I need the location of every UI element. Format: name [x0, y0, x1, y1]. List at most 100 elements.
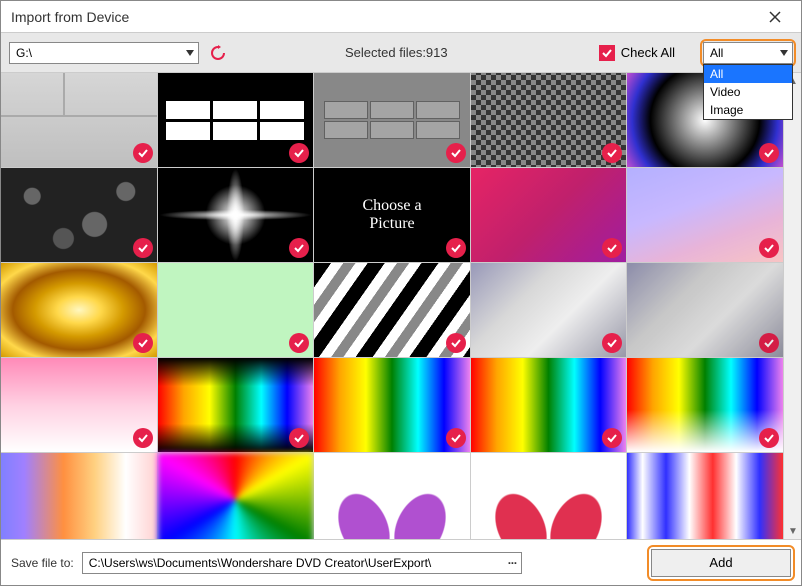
checkmark-icon [764, 338, 774, 348]
checkmark-icon [764, 148, 774, 158]
vertical-scrollbar[interactable]: ▲ ▼ [783, 73, 801, 539]
filter-dropdown-menu: All Video Image [703, 64, 793, 120]
selected-badge [602, 428, 622, 448]
selected-badge [289, 333, 309, 353]
drive-value: G:\ [16, 46, 32, 60]
selected-badge [446, 428, 466, 448]
thumbnail-item[interactable] [1, 263, 157, 357]
chevron-down-icon [780, 50, 788, 56]
choose-picture-text: Choose a Picture [362, 197, 421, 232]
thumbnail-item[interactable] [158, 453, 314, 539]
refresh-icon [210, 45, 226, 61]
scroll-down-button[interactable]: ▼ [784, 523, 801, 539]
check-all-label: Check All [621, 45, 675, 60]
selected-badge [446, 143, 466, 163]
thumbnail-item[interactable] [627, 263, 783, 357]
checkmark-icon [451, 338, 461, 348]
checkmark-icon [138, 148, 148, 158]
filter-value: All [710, 46, 723, 60]
add-button[interactable]: Add [651, 549, 791, 577]
selected-badge [602, 143, 622, 163]
selected-badge [133, 238, 153, 258]
filter-option-video[interactable]: Video [704, 83, 792, 101]
selected-badge [133, 333, 153, 353]
footer: Save file to: C:\Users\ws\Documents\Wond… [1, 539, 801, 585]
refresh-button[interactable] [207, 42, 229, 64]
thumbnail-item[interactable] [1, 73, 157, 167]
save-to-label: Save file to: [11, 556, 74, 570]
thumbnail-item[interactable] [158, 358, 314, 452]
thumbnail-item[interactable] [314, 263, 470, 357]
filter-option-image[interactable]: Image [704, 101, 792, 119]
checkmark-icon [138, 433, 148, 443]
thumbnail-item[interactable] [471, 358, 627, 452]
selected-badge [289, 428, 309, 448]
selected-badge [133, 428, 153, 448]
close-button[interactable] [759, 1, 791, 33]
checkmark-icon [451, 433, 461, 443]
checkmark-icon [451, 243, 461, 253]
add-button-wrap: Add [651, 549, 791, 577]
selected-badge [289, 143, 309, 163]
selected-badge [133, 143, 153, 163]
import-dialog: Import from Device G:\ Selected files:91… [0, 0, 802, 586]
checkmark-icon [607, 243, 617, 253]
toolbar: G:\ Selected files:913 Check All All All… [1, 33, 801, 73]
thumbnail-area: Choose a Picture ▲ ▼ [1, 73, 801, 539]
thumbnail-item[interactable] [471, 263, 627, 357]
thumbnail-item[interactable] [471, 73, 627, 167]
check-all-checkbox [599, 45, 615, 61]
filter-wrap: All All Video Image [703, 42, 793, 64]
thumbnail-item[interactable] [314, 358, 470, 452]
thumbnail-item[interactable] [314, 453, 470, 539]
thumbnail-grid: Choose a Picture [1, 73, 783, 539]
checkmark-icon [764, 243, 774, 253]
selected-badge [446, 333, 466, 353]
selected-badge [602, 333, 622, 353]
checkmark-icon [138, 338, 148, 348]
selected-badge [602, 238, 622, 258]
checkmark-icon [607, 148, 617, 158]
selected-badge [759, 238, 779, 258]
selected-badge [759, 333, 779, 353]
save-path-input[interactable]: C:\Users\ws\Documents\Wondershare DVD Cr… [82, 552, 522, 574]
filter-dropdown[interactable]: All [703, 42, 793, 64]
browse-button[interactable]: ··· [508, 556, 517, 570]
checkmark-icon [607, 338, 617, 348]
thumbnail-item[interactable] [314, 73, 470, 167]
thumbnail-item[interactable] [1, 453, 157, 539]
thumbnail-item[interactable] [471, 168, 627, 262]
checkmark-icon [138, 243, 148, 253]
selected-badge [759, 143, 779, 163]
thumbnail-item[interactable] [471, 453, 627, 539]
filter-option-all[interactable]: All [704, 65, 792, 83]
check-all-toggle[interactable]: Check All [599, 45, 675, 61]
thumbnail-item[interactable] [158, 263, 314, 357]
thumbnail-item[interactable] [627, 358, 783, 452]
save-path-value: C:\Users\ws\Documents\Wondershare DVD Cr… [89, 556, 432, 570]
selected-count-label: Selected files:913 [345, 45, 448, 60]
thumbnail-item[interactable] [627, 453, 783, 539]
thumbnail-item[interactable] [627, 168, 783, 262]
thumbnail-item[interactable]: Choose a Picture [314, 168, 470, 262]
checkmark-icon [294, 433, 304, 443]
checkmark-icon [294, 338, 304, 348]
checkmark-icon [607, 433, 617, 443]
thumbnail-item[interactable] [158, 168, 314, 262]
checkmark-icon [294, 243, 304, 253]
selected-badge [446, 238, 466, 258]
selected-badge [289, 238, 309, 258]
window-title: Import from Device [11, 9, 759, 25]
selected-badge [759, 428, 779, 448]
chevron-down-icon [186, 50, 194, 56]
thumbnail-item[interactable] [1, 168, 157, 262]
checkmark-icon [294, 148, 304, 158]
thumbnail-item[interactable] [1, 358, 157, 452]
checkmark-icon [602, 48, 612, 58]
titlebar: Import from Device [1, 1, 801, 33]
close-icon [769, 11, 781, 23]
checkmark-icon [451, 148, 461, 158]
drive-dropdown[interactable]: G:\ [9, 42, 199, 64]
thumbnail-item[interactable] [158, 73, 314, 167]
checkmark-icon [764, 433, 774, 443]
